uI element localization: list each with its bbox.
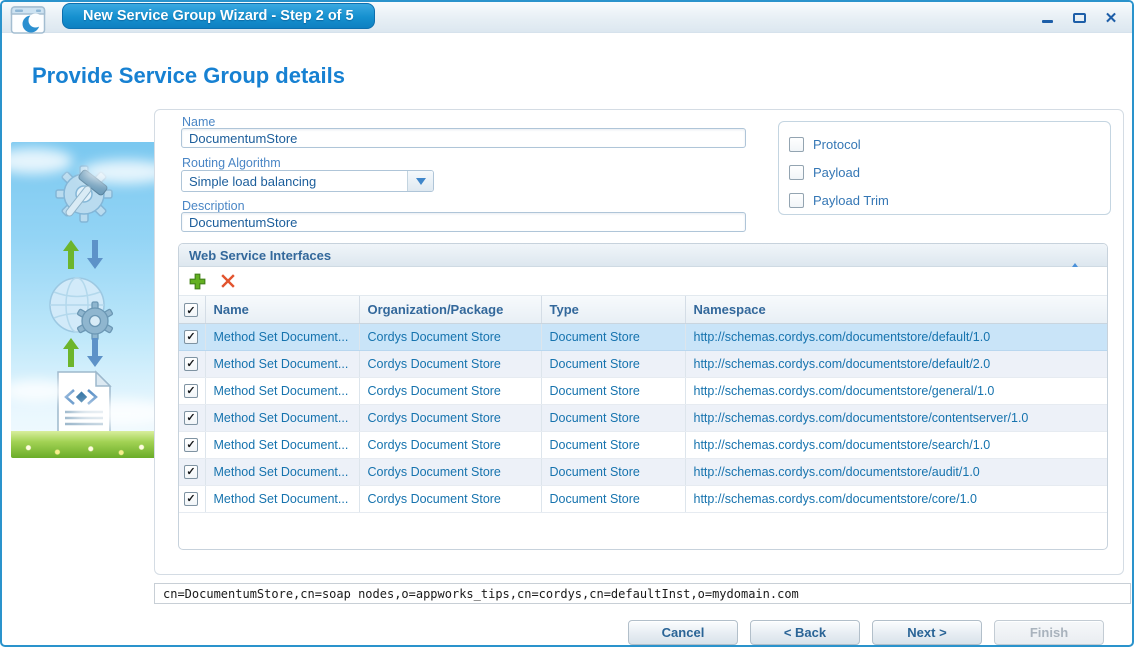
window-title-tab: New Service Group Wizard - Step 2 of 5 bbox=[62, 3, 375, 29]
header-checkbox[interactable]: ✓ bbox=[184, 303, 198, 317]
name-label: Name bbox=[182, 115, 215, 129]
cell-type: Document Store bbox=[541, 350, 685, 377]
window-title: New Service Group Wizard - Step 2 of 5 bbox=[83, 8, 354, 24]
row-checkbox[interactable]: ✓ bbox=[184, 438, 198, 452]
column-header-type: Type bbox=[541, 296, 685, 323]
collapse-up-icon[interactable] bbox=[1069, 246, 1081, 264]
cell-namespace: http://schemas.cordys.com/documentstore/… bbox=[685, 323, 1107, 350]
option-payload[interactable]: Payload bbox=[789, 158, 1110, 186]
row-checkbox[interactable]: ✓ bbox=[184, 384, 198, 398]
cell-namespace: http://schemas.cordys.com/documentstore/… bbox=[685, 431, 1107, 458]
cell-type: Document Store bbox=[541, 323, 685, 350]
back-button[interactable]: < Back bbox=[750, 620, 860, 645]
cell-name: Method Set Document... bbox=[205, 458, 359, 485]
cell-name: Method Set Document... bbox=[205, 431, 359, 458]
routing-algorithm-dropdown[interactable]: Simple load balancing bbox=[181, 170, 434, 192]
option-label: Payload bbox=[813, 165, 860, 180]
cell-organization-package: Cordys Document Store bbox=[359, 431, 541, 458]
app-icon bbox=[10, 5, 50, 35]
window-controls: ✕ bbox=[1038, 11, 1120, 25]
web-service-interfaces-section: Web Service Interfaces bbox=[178, 243, 1108, 550]
wizard-window: New Service Group Wizard - Step 2 of 5 ✕… bbox=[0, 0, 1134, 647]
wsi-table-body: ✓Method Set Document...Cordys Document S… bbox=[179, 323, 1107, 512]
cell-organization-package: Cordys Document Store bbox=[359, 350, 541, 377]
table-empty-area bbox=[179, 513, 1107, 550]
cell-type: Document Store bbox=[541, 377, 685, 404]
maximize-icon[interactable] bbox=[1070, 11, 1088, 25]
description-input[interactable] bbox=[181, 212, 746, 232]
option-label: Payload Trim bbox=[813, 193, 889, 208]
column-header-namespace: Namespace bbox=[685, 296, 1107, 323]
cell-name: Method Set Document... bbox=[205, 377, 359, 404]
cell-type: Document Store bbox=[541, 404, 685, 431]
cell-name: Method Set Document... bbox=[205, 404, 359, 431]
green-plus-icon bbox=[189, 273, 206, 290]
cell-name: Method Set Document... bbox=[205, 323, 359, 350]
checkbox-icon[interactable] bbox=[789, 193, 804, 208]
table-row[interactable]: ✓ Method Set Document...Cordys Document S… bbox=[179, 350, 1107, 377]
form-panel: Name Routing Algorithm Simple load balan… bbox=[154, 109, 1124, 575]
table-row[interactable]: ✓ Method Set Document...Cordys Document S… bbox=[179, 431, 1107, 458]
cell-name: Method Set Document... bbox=[205, 350, 359, 377]
column-header-name: Name bbox=[205, 296, 359, 323]
row-checkbox[interactable]: ✓ bbox=[184, 357, 198, 371]
cell-organization-package: Cordys Document Store bbox=[359, 377, 541, 404]
cell-namespace: http://schemas.cordys.com/documentstore/… bbox=[685, 404, 1107, 431]
checkbox-icon[interactable] bbox=[789, 165, 804, 180]
wsi-table: ✓ Name Organization/Package Type Namespa… bbox=[179, 296, 1107, 513]
minimize-icon[interactable] bbox=[1038, 11, 1056, 25]
cell-type: Document Store bbox=[541, 431, 685, 458]
cell-organization-package: Cordys Document Store bbox=[359, 404, 541, 431]
row-checkbox[interactable]: ✓ bbox=[184, 330, 198, 344]
cell-namespace: http://schemas.cordys.com/documentstore/… bbox=[685, 458, 1107, 485]
table-row[interactable]: ✓ Method Set Document...Cordys Document S… bbox=[179, 485, 1107, 512]
cell-namespace: http://schemas.cordys.com/documentstore/… bbox=[685, 350, 1107, 377]
grass-decoration bbox=[11, 431, 156, 458]
description-label: Description bbox=[182, 199, 245, 213]
cell-namespace: http://schemas.cordys.com/documentstore/… bbox=[685, 377, 1107, 404]
titlebar: New Service Group Wizard - Step 2 of 5 ✕ bbox=[2, 2, 1132, 33]
wsi-title: Web Service Interfaces bbox=[189, 248, 1069, 263]
status-bar: cn=DocumentumStore,cn=soap nodes,o=appwo… bbox=[154, 583, 1131, 604]
checkbox-icon[interactable] bbox=[789, 137, 804, 152]
table-row[interactable]: ✓ Method Set Document...Cordys Document S… bbox=[179, 323, 1107, 350]
red-x-icon bbox=[220, 273, 236, 289]
next-button[interactable]: Next > bbox=[872, 620, 982, 645]
option-protocol[interactable]: Protocol bbox=[789, 130, 1110, 158]
table-row[interactable]: ✓ Method Set Document...Cordys Document S… bbox=[179, 458, 1107, 485]
close-icon[interactable]: ✕ bbox=[1102, 11, 1120, 25]
dropdown-arrow-icon[interactable] bbox=[407, 171, 433, 191]
option-label: Protocol bbox=[813, 137, 861, 152]
row-checkbox[interactable]: ✓ bbox=[184, 492, 198, 506]
wizard-artwork bbox=[11, 142, 156, 458]
routing-algorithm-value: Simple load balancing bbox=[182, 171, 407, 191]
finish-button: Finish bbox=[994, 620, 1104, 645]
cell-organization-package: Cordys Document Store bbox=[359, 323, 541, 350]
wsi-toolbar bbox=[179, 267, 1107, 296]
option-payload-trim[interactable]: Payload Trim bbox=[789, 186, 1110, 214]
cell-type: Document Store bbox=[541, 485, 685, 512]
cell-namespace: http://schemas.cordys.com/documentstore/… bbox=[685, 485, 1107, 512]
wsi-header-bar: Web Service Interfaces bbox=[179, 244, 1107, 267]
table-header-row: ✓ Name Organization/Package Type Namespa… bbox=[179, 296, 1107, 323]
row-checkbox[interactable]: ✓ bbox=[184, 411, 198, 425]
column-header-organization-package: Organization/Package bbox=[359, 296, 541, 323]
table-row[interactable]: ✓ Method Set Document...Cordys Document S… bbox=[179, 377, 1107, 404]
cell-organization-package: Cordys Document Store bbox=[359, 458, 541, 485]
cancel-button[interactable]: Cancel bbox=[628, 620, 738, 645]
cell-organization-package: Cordys Document Store bbox=[359, 485, 541, 512]
cell-name: Method Set Document... bbox=[205, 485, 359, 512]
table-row[interactable]: ✓ Method Set Document...Cordys Document S… bbox=[179, 404, 1107, 431]
name-input[interactable] bbox=[181, 128, 746, 148]
cell-type: Document Store bbox=[541, 458, 685, 485]
dn-path-text: cn=DocumentumStore,cn=soap nodes,o=appwo… bbox=[163, 587, 799, 601]
add-interface-button[interactable] bbox=[187, 271, 207, 291]
remove-interface-button[interactable] bbox=[218, 271, 238, 291]
row-checkbox[interactable]: ✓ bbox=[184, 465, 198, 479]
routing-algorithm-label: Routing Algorithm bbox=[182, 156, 281, 170]
page-title: Provide Service Group details bbox=[32, 63, 345, 89]
options-panel: Protocol Payload Payload Trim bbox=[778, 121, 1111, 215]
footer-buttons: Cancel < Back Next > Finish bbox=[2, 620, 1104, 645]
